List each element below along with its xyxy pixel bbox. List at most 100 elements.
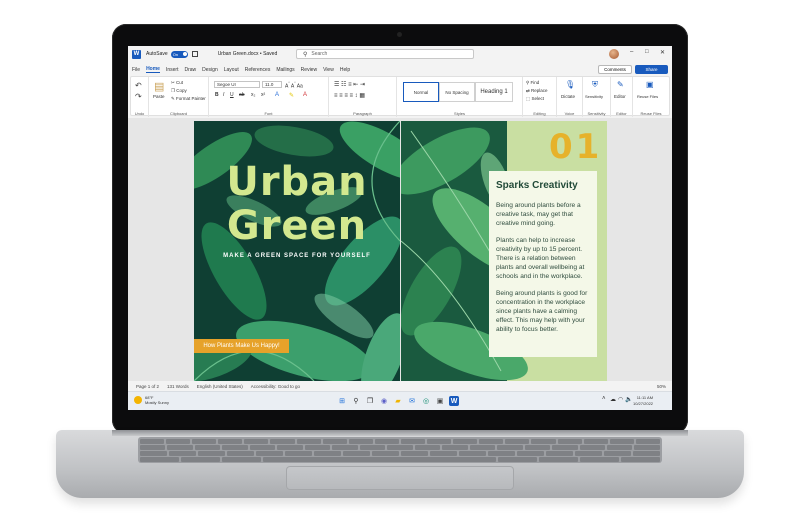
strikethrough-button[interactable]: ab (239, 92, 245, 98)
close-icon[interactable]: ✕ (660, 49, 665, 56)
info-card: Sparks Creativity Being around plants be… (489, 171, 597, 357)
zoom-level[interactable]: 50% (657, 384, 666, 389)
autosave-label: AutoSave (146, 51, 168, 57)
weather-widget[interactable]: 68°F Mostly Sunny (134, 395, 169, 405)
wifi-icon[interactable]: ◠ (618, 396, 623, 403)
save-icon[interactable] (191, 51, 198, 57)
style-heading-1[interactable]: Heading 1 (475, 82, 513, 102)
underline-button[interactable]: U (230, 92, 234, 98)
microphone-icon[interactable]: 🎙 (565, 80, 575, 89)
sensitivity-group-label: Sensitivity (587, 111, 606, 116)
sensitivity-group: ⛨ Sensitivity Sensitivity (583, 77, 611, 117)
editor-button[interactable]: Editor (614, 94, 626, 99)
word-logo-icon: W (132, 49, 141, 59)
card-paragraph-1: Being around plants before a creative ta… (496, 202, 581, 227)
editor-icon[interactable]: ✎ (617, 80, 624, 89)
tab-insert[interactable]: Insert (166, 67, 179, 73)
maximize-icon[interactable]: □ (645, 49, 649, 55)
start-icon[interactable]: ⊞ (337, 396, 347, 406)
status-bar: Page 1 of 2 131 Words English (United St… (128, 381, 672, 391)
speaker-icon[interactable]: 🔈 (625, 396, 632, 403)
undo-group-label: Undo (134, 111, 145, 116)
page-count[interactable]: Page 1 of 2 (136, 384, 159, 389)
font-family-select[interactable]: Segoe UI (214, 81, 260, 88)
tab-home[interactable]: Home (146, 66, 160, 73)
format-painter-button[interactable]: ✎ Format Painter (171, 96, 206, 102)
dictate-button[interactable]: Dictate (561, 94, 575, 99)
sensitivity-icon[interactable]: ⛨ (592, 80, 598, 90)
page-left: Urban Green MAKE A GREEN SPACE FOR YOURS… (194, 121, 400, 381)
grow-font-icon[interactable]: Aˆ Aˇ Aa (285, 81, 303, 90)
voice-group: 🎙 Dictate Voice (557, 77, 583, 117)
document-title[interactable]: Urban Green.docx • Saved (218, 51, 278, 57)
tab-references[interactable]: References (245, 67, 271, 73)
replace-button[interactable]: ⇄ Replace (526, 88, 548, 94)
card-paragraph-2: Plants can help to increase creativity b… (496, 237, 585, 280)
select-button[interactable]: ⬚ Select (526, 96, 544, 102)
paste-icon[interactable]: ▤ (154, 80, 164, 93)
style-normal[interactable]: Normal (403, 82, 439, 102)
copy-label: Copy (176, 88, 187, 93)
comments-button[interactable]: Comments (598, 65, 632, 74)
tab-mailings[interactable]: Mailings (276, 67, 294, 73)
tab-view[interactable]: View (323, 67, 334, 73)
word-taskbar-icon[interactable]: W (449, 396, 459, 406)
chat-icon[interactable]: ◉ (379, 396, 389, 406)
cut-button[interactable]: ✂ Cut (171, 80, 183, 86)
font-color-icon[interactable]: A (303, 92, 307, 98)
tab-design[interactable]: Design (202, 67, 218, 73)
text-effects-icon[interactable]: A (275, 92, 279, 98)
title-line-2: Green (226, 203, 368, 249)
paste-button[interactable]: Paste (153, 94, 165, 99)
italic-button[interactable]: I (223, 92, 224, 98)
highlight-icon[interactable]: ✎ (289, 92, 294, 99)
clock[interactable]: 11:11 AM 10/27/2022 (633, 395, 653, 407)
sensitivity-button[interactable]: Sensitivity (585, 94, 603, 99)
card-heading: Sparks Creativity (496, 180, 578, 191)
undo-icon[interactable]: ↶ (135, 81, 142, 90)
search-input[interactable]: ⚲ Search (296, 49, 474, 59)
find-button[interactable]: ⚲ Find (526, 80, 539, 86)
minimize-icon[interactable]: – (630, 49, 633, 55)
accessibility-status[interactable]: Accessibility: Good to go (251, 384, 300, 389)
redo-icon[interactable]: ↷ (135, 92, 142, 101)
menu-tabs: File Home Insert Draw Design Layout Refe… (128, 64, 672, 75)
tab-draw[interactable]: Draw (184, 67, 196, 73)
keyboard (138, 437, 662, 463)
word-count[interactable]: 131 Words (167, 384, 189, 389)
reuse-files-icon[interactable]: ▣ (646, 80, 654, 89)
tray-chevron-icon[interactable]: ˄ (602, 396, 606, 402)
bullets-icon[interactable]: ☰ ☷ ≡ ⇤ ⇥ (334, 81, 365, 88)
clock-date: 10/27/2022 (633, 401, 654, 406)
autosave-toggle[interactable]: On (170, 50, 188, 58)
mail-icon[interactable]: ✉ (407, 396, 417, 406)
copy-button[interactable]: ❐ Copy (171, 88, 187, 94)
superscript-button[interactable]: x² (261, 92, 265, 98)
cut-label: Cut (176, 80, 184, 85)
align-icons[interactable]: ≡ ≡ ≡ ≡ ↕ ▦ (334, 92, 365, 99)
style-no-spacing[interactable]: No Spacing (439, 82, 475, 102)
subscript-button[interactable]: x₂ (251, 92, 255, 98)
tab-layout[interactable]: Layout (224, 67, 239, 73)
select-label: Select (531, 96, 545, 101)
screen: W AutoSave On Urban Green.docx • Saved ⚲… (128, 46, 672, 410)
font-group-label: Font (264, 111, 273, 116)
language-status[interactable]: English (United States) (197, 384, 243, 389)
tab-help[interactable]: Help (340, 67, 350, 73)
task-view-icon[interactable]: ❐ (365, 396, 375, 406)
reuse-files-button[interactable]: Reuse Files (637, 94, 658, 99)
tab-file[interactable]: File (132, 67, 140, 73)
weather-desc: Mostly Sunny (145, 400, 170, 405)
bold-button[interactable]: B (215, 92, 219, 98)
cloud-icon[interactable]: ☁ (610, 396, 616, 403)
taskbar-search-icon[interactable]: ⚲ (351, 396, 361, 406)
editor-group: ✎ Editor Editor (611, 77, 633, 117)
file-explorer-icon[interactable]: ▰ (393, 396, 403, 406)
store-icon[interactable]: ▣ (435, 396, 445, 406)
edge-icon[interactable]: ◎ (421, 396, 431, 406)
tab-review[interactable]: Review (301, 67, 317, 73)
avatar[interactable] (609, 49, 619, 59)
autosave-state: On (172, 51, 179, 57)
share-button[interactable]: Share (635, 65, 668, 74)
font-size-select[interactable]: 11.0 (262, 81, 282, 88)
